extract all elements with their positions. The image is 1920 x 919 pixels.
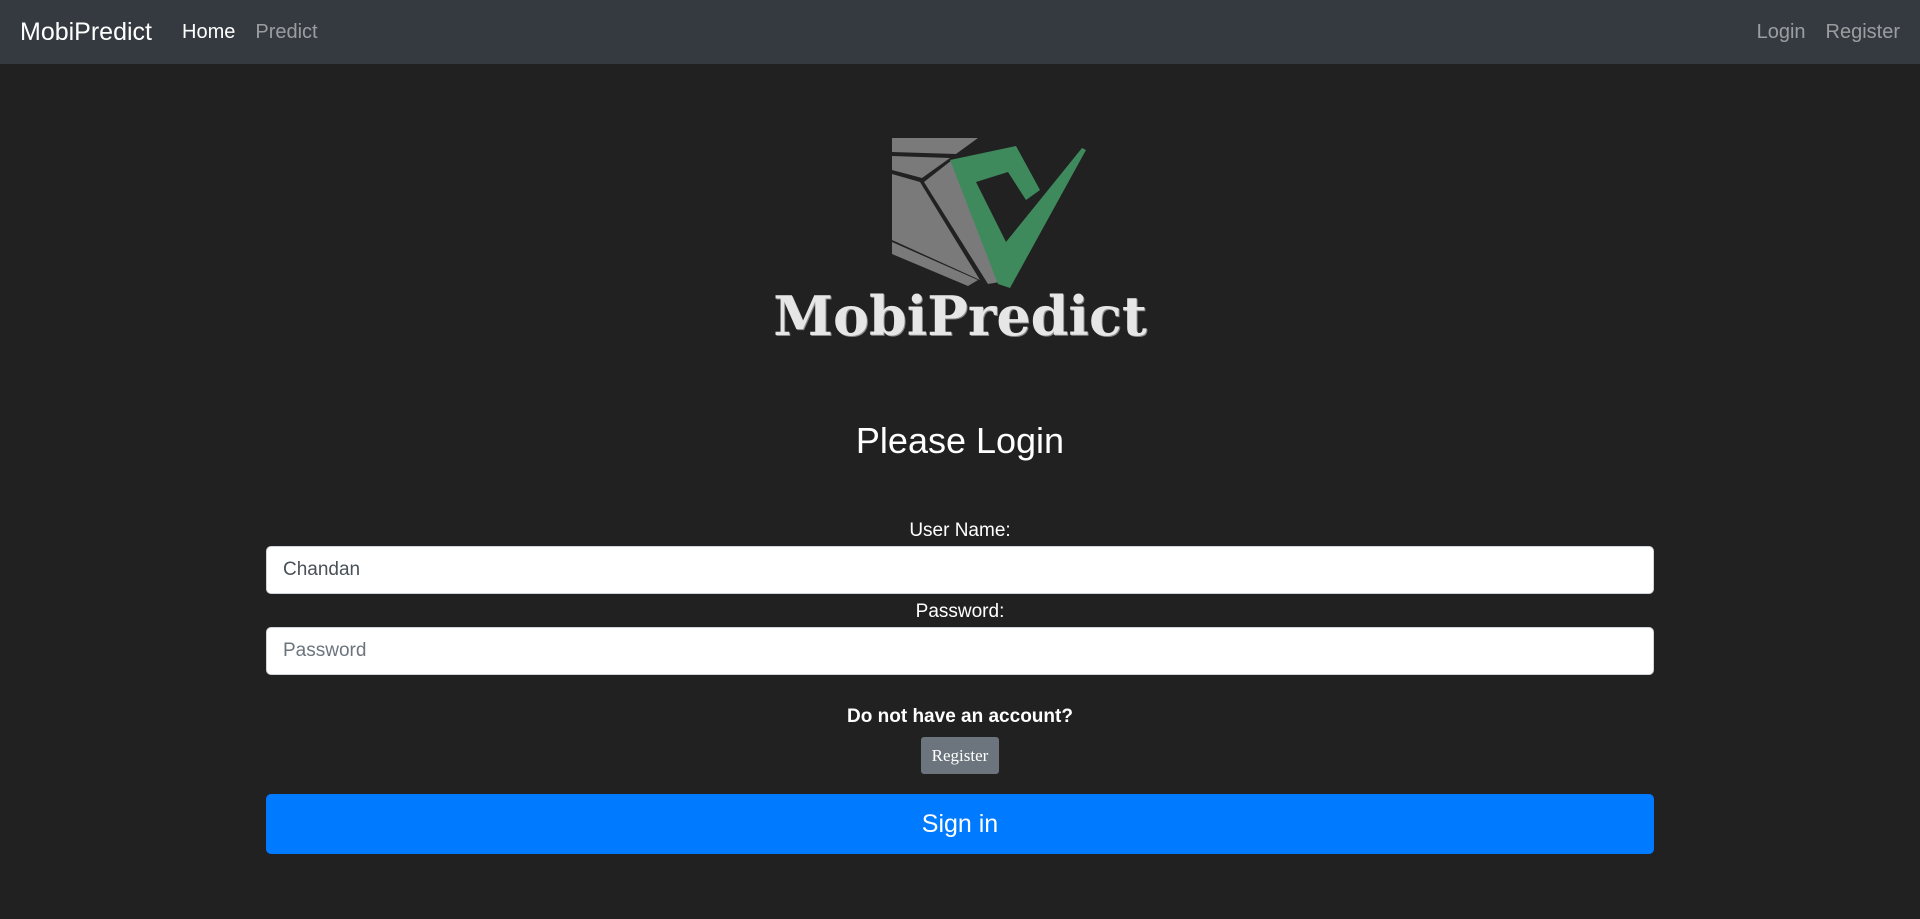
password-label: Password:	[915, 601, 1005, 622]
nav-predict-link[interactable]: Predict	[255, 21, 317, 44]
page-title: Please Login	[855, 420, 1065, 461]
username-label: User Name:	[909, 520, 1011, 541]
login-form: User Name: Password: Do not have an acco…	[266, 518, 1654, 854]
sign-in-button[interactable]: Sign in	[266, 794, 1654, 854]
nav-home-link[interactable]: Home	[182, 21, 235, 44]
logo: MobiPredict	[0, 130, 1920, 348]
brand-link[interactable]: MobiPredict	[20, 18, 152, 47]
password-input[interactable]	[266, 627, 1654, 675]
checkmark-document-logo-icon	[892, 138, 1086, 288]
nav-register-link[interactable]: Register	[1826, 21, 1900, 44]
navbar: MobiPredict Home Predict Login Register	[0, 0, 1920, 64]
register-wrap: Register	[266, 737, 1654, 774]
no-account-text: Do not have an account?	[847, 706, 1073, 727]
logo-text: MobiPredict	[773, 284, 1147, 348]
register-button[interactable]: Register	[920, 737, 1000, 774]
username-input[interactable]	[266, 546, 1654, 594]
nav-login-link[interactable]: Login	[1757, 21, 1806, 44]
nav-right: Login Register	[1737, 21, 1900, 44]
